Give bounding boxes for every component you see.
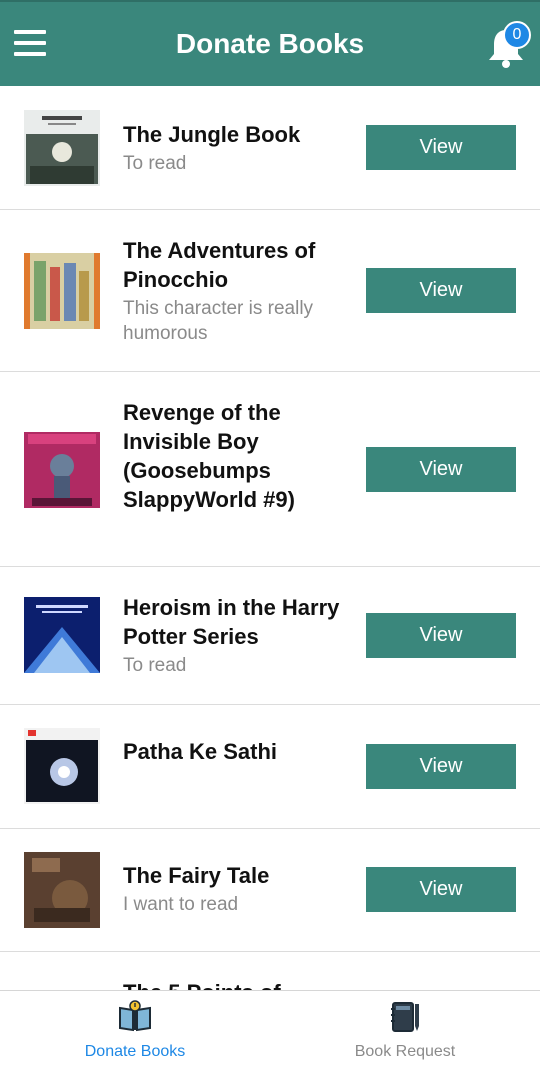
book-cover-image	[24, 597, 100, 673]
book-note: To read	[123, 153, 187, 174]
view-button[interactable]: View	[366, 268, 516, 313]
view-button[interactable]: View	[366, 125, 516, 170]
list-item: The Adventures of Pinocchio This charact…	[0, 210, 540, 372]
tab-book-request[interactable]: Book Request	[270, 991, 540, 1088]
list-item: Revenge of the Invisible Boy (Goosebumps…	[0, 372, 540, 567]
notebook-pen-icon	[391, 1002, 419, 1032]
tab-label: Book Request	[354, 1043, 456, 1060]
view-button[interactable]: View	[366, 447, 516, 492]
book-title: The Fairy Tale	[123, 863, 270, 888]
view-button[interactable]: View	[366, 867, 516, 912]
book-note: This character is really humorous	[123, 298, 314, 344]
book-note: To read	[123, 655, 187, 676]
list-item: Patha Ke Sathi View	[0, 705, 540, 829]
list-item: The 5 Points of	[0, 952, 540, 990]
book-list: The Jungle Book To read View The Adventu…	[0, 86, 540, 990]
list-item: The Fairy Tale I want to read View	[0, 829, 540, 952]
app-bar: Donate Books 0	[0, 0, 540, 86]
book-title: The Adventures of Pinocchio	[123, 238, 316, 292]
notification-badge: 0	[503, 21, 531, 49]
list-item: The Jungle Book To read View	[0, 86, 540, 210]
book-title: The Jungle Book	[123, 122, 301, 147]
book-title: The 5 Points of	[123, 978, 353, 990]
book-title: Patha Ke Sathi	[123, 739, 278, 764]
book-title: Heroism in the Harry Potter Series	[123, 595, 340, 649]
book-note: I want to read	[123, 894, 239, 915]
book-cover-image	[24, 110, 100, 186]
book-cover-image	[24, 253, 100, 329]
bottom-navigation: Donate Books Book Request	[0, 990, 540, 1088]
page-title: Donate Books	[175, 28, 365, 59]
book-title: Revenge of the Invisible Boy (Goosebumps…	[123, 400, 295, 512]
tab-label: Donate Books	[84, 1043, 186, 1060]
tab-donate-books[interactable]: Donate Books	[0, 991, 270, 1088]
view-button[interactable]: View	[366, 613, 516, 658]
book-cover-image	[24, 728, 100, 804]
view-button[interactable]: View	[366, 744, 516, 789]
list-item: Heroism in the Harry Potter Series To re…	[0, 567, 540, 705]
book-cover-image	[24, 852, 100, 928]
open-book-icon	[119, 1000, 151, 1032]
book-cover-image	[24, 432, 100, 508]
